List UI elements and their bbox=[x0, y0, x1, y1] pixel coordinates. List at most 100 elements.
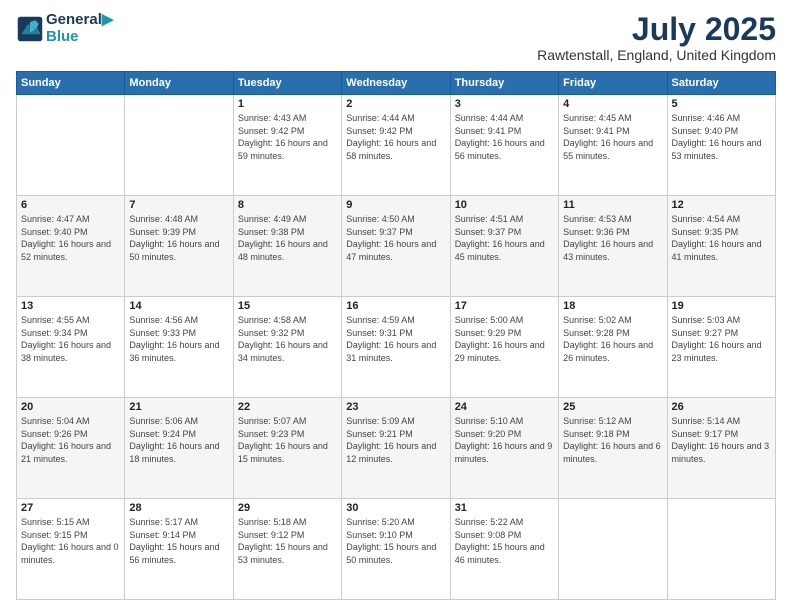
weekday-header-wednesday: Wednesday bbox=[342, 72, 450, 95]
day-number: 20 bbox=[21, 401, 120, 413]
day-number: 22 bbox=[238, 401, 337, 413]
day-info: Sunrise: 4:47 AMSunset: 9:40 PMDaylight:… bbox=[21, 213, 120, 263]
day-number: 5 bbox=[672, 98, 771, 110]
day-info: Sunrise: 5:20 AMSunset: 9:10 PMDaylight:… bbox=[346, 516, 445, 566]
day-number: 28 bbox=[129, 502, 228, 514]
day-number: 2 bbox=[346, 98, 445, 110]
calendar-cell: 6 Sunrise: 4:47 AMSunset: 9:40 PMDaylight… bbox=[17, 196, 125, 297]
calendar-cell: 21Sunrise: 5:06 AMSunset: 9:24 PMDayligh… bbox=[125, 398, 233, 499]
calendar-cell: 3 Sunrise: 4:44 AMSunset: 9:41 PMDaylight… bbox=[450, 95, 558, 196]
day-number: 8 bbox=[238, 199, 337, 211]
day-number: 23 bbox=[346, 401, 445, 413]
day-info: Sunrise: 5:22 AMSunset: 9:08 PMDaylight:… bbox=[455, 516, 554, 566]
day-number: 18 bbox=[563, 300, 662, 312]
calendar-cell: 24 Sunrise: 5:10 AMSunset: 9:20 PMDayligh… bbox=[450, 398, 558, 499]
day-number: 1 bbox=[238, 98, 337, 110]
day-info: Sunrise: 4:49 AMSunset: 9:38 PMDaylight:… bbox=[238, 213, 337, 263]
day-info: Sunrise: 4:44 AMSunset: 9:42 PMDaylight:… bbox=[346, 112, 445, 162]
day-info: Sunrise: 5:14 AMSunset: 9:17 PMDaylight:… bbox=[672, 415, 771, 465]
day-number: 17 bbox=[455, 300, 554, 312]
month-year-title: July 2025 bbox=[537, 12, 776, 47]
day-info: Sunrise: 4:59 AMSunset: 9:31 PMDaylight:… bbox=[346, 314, 445, 364]
location-subtitle: Rawtenstall, England, United Kingdom bbox=[537, 47, 776, 63]
day-info: Sunrise: 4:46 AMSunset: 9:40 PMDaylight:… bbox=[672, 112, 771, 162]
logo: General▶ Blue bbox=[16, 12, 113, 45]
calendar-cell: 4 Sunrise: 4:45 AMSunset: 9:41 PMDaylight… bbox=[559, 95, 667, 196]
calendar-cell: 13 Sunrise: 4:55 AMSunset: 9:34 PMDayligh… bbox=[17, 297, 125, 398]
day-number: 10 bbox=[455, 199, 554, 211]
weekday-header-friday: Friday bbox=[559, 72, 667, 95]
day-info: Sunrise: 4:51 AMSunset: 9:37 PMDaylight:… bbox=[455, 213, 554, 263]
calendar-cell: 2 Sunrise: 4:44 AMSunset: 9:42 PMDaylight… bbox=[342, 95, 450, 196]
day-number: 7 bbox=[129, 199, 228, 211]
calendar-cell: 12 Sunrise: 4:54 AMSunset: 9:35 PMDayligh… bbox=[667, 196, 775, 297]
day-number: 29 bbox=[238, 502, 337, 514]
weekday-header-sunday: Sunday bbox=[17, 72, 125, 95]
day-info: Sunrise: 5:12 AMSunset: 9:18 PMDaylight:… bbox=[563, 415, 662, 465]
day-number: 13 bbox=[21, 300, 120, 312]
day-info: Sunrise: 4:48 AMSunset: 9:39 PMDaylight:… bbox=[129, 213, 228, 263]
calendar-cell: 10 Sunrise: 4:51 AMSunset: 9:37 PMDayligh… bbox=[450, 196, 558, 297]
weekday-header-tuesday: Tuesday bbox=[233, 72, 341, 95]
calendar-table: SundayMondayTuesdayWednesdayThursdayFrid… bbox=[16, 71, 776, 600]
day-info: Sunrise: 4:45 AMSunset: 9:41 PMDaylight:… bbox=[563, 112, 662, 162]
weekday-header-saturday: Saturday bbox=[667, 72, 775, 95]
day-info: Sunrise: 5:02 AMSunset: 9:28 PMDaylight:… bbox=[563, 314, 662, 364]
calendar-cell: 9Sunrise: 4:50 AMSunset: 9:37 PMDaylight… bbox=[342, 196, 450, 297]
weekday-header-row: SundayMondayTuesdayWednesdayThursdayFrid… bbox=[17, 72, 776, 95]
week-row-0: 1 Sunrise: 4:43 AMSunset: 9:42 PMDaylight… bbox=[17, 95, 776, 196]
day-info: Sunrise: 4:50 AMSunset: 9:37 PMDaylight:… bbox=[346, 213, 445, 263]
day-number: 24 bbox=[455, 401, 554, 413]
day-info: Sunrise: 5:04 AMSunset: 9:26 PMDaylight:… bbox=[21, 415, 120, 465]
calendar-cell bbox=[667, 499, 775, 600]
day-info: Sunrise: 4:58 AMSunset: 9:32 PMDaylight:… bbox=[238, 314, 337, 364]
page: General▶ Blue July 2025 Rawtenstall, Eng… bbox=[0, 0, 792, 612]
calendar-cell: 28Sunrise: 5:17 AMSunset: 9:14 PMDayligh… bbox=[125, 499, 233, 600]
day-number: 14 bbox=[129, 300, 228, 312]
week-row-3: 20 Sunrise: 5:04 AMSunset: 9:26 PMDayligh… bbox=[17, 398, 776, 499]
title-area: July 2025 Rawtenstall, England, United K… bbox=[537, 12, 776, 63]
day-number: 31 bbox=[455, 502, 554, 514]
calendar-cell bbox=[17, 95, 125, 196]
day-info: Sunrise: 5:06 AMSunset: 9:24 PMDaylight:… bbox=[129, 415, 228, 465]
day-number: 4 bbox=[563, 98, 662, 110]
day-info: Sunrise: 4:43 AMSunset: 9:42 PMDaylight:… bbox=[238, 112, 337, 162]
calendar-cell: 14 Sunrise: 4:56 AMSunset: 9:33 PMDayligh… bbox=[125, 297, 233, 398]
day-number: 19 bbox=[672, 300, 771, 312]
calendar-cell: 23Sunrise: 5:09 AMSunset: 9:21 PMDayligh… bbox=[342, 398, 450, 499]
calendar-cell bbox=[125, 95, 233, 196]
week-row-2: 13 Sunrise: 4:55 AMSunset: 9:34 PMDayligh… bbox=[17, 297, 776, 398]
day-info: Sunrise: 5:07 AMSunset: 9:23 PMDaylight:… bbox=[238, 415, 337, 465]
calendar-cell: 17Sunrise: 5:00 AMSunset: 9:29 PMDayligh… bbox=[450, 297, 558, 398]
day-info: Sunrise: 4:53 AMSunset: 9:36 PMDaylight:… bbox=[563, 213, 662, 263]
day-number: 26 bbox=[672, 401, 771, 413]
weekday-header-thursday: Thursday bbox=[450, 72, 558, 95]
day-info: Sunrise: 5:18 AMSunset: 9:12 PMDaylight:… bbox=[238, 516, 337, 566]
day-info: Sunrise: 5:03 AMSunset: 9:27 PMDaylight:… bbox=[672, 314, 771, 364]
calendar-cell: 25Sunrise: 5:12 AMSunset: 9:18 PMDayligh… bbox=[559, 398, 667, 499]
calendar-cell: 11 Sunrise: 4:53 AMSunset: 9:36 PMDayligh… bbox=[559, 196, 667, 297]
calendar-cell: 8 Sunrise: 4:49 AMSunset: 9:38 PMDaylight… bbox=[233, 196, 341, 297]
day-number: 15 bbox=[238, 300, 337, 312]
day-info: Sunrise: 5:10 AMSunset: 9:20 PMDaylight:… bbox=[455, 415, 554, 465]
calendar-cell: 30Sunrise: 5:20 AMSunset: 9:10 PMDayligh… bbox=[342, 499, 450, 600]
day-number: 6 bbox=[21, 199, 120, 211]
week-row-4: 27Sunrise: 5:15 AMSunset: 9:15 PMDayligh… bbox=[17, 499, 776, 600]
day-number: 3 bbox=[455, 98, 554, 110]
day-info: Sunrise: 4:55 AMSunset: 9:34 PMDaylight:… bbox=[21, 314, 120, 364]
calendar-cell: 31 Sunrise: 5:22 AMSunset: 9:08 PMDayligh… bbox=[450, 499, 558, 600]
day-info: Sunrise: 4:54 AMSunset: 9:35 PMDaylight:… bbox=[672, 213, 771, 263]
calendar-cell: 5 Sunrise: 4:46 AMSunset: 9:40 PMDaylight… bbox=[667, 95, 775, 196]
calendar-cell: 19 Sunrise: 5:03 AMSunset: 9:27 PMDayligh… bbox=[667, 297, 775, 398]
calendar-cell: 18 Sunrise: 5:02 AMSunset: 9:28 PMDayligh… bbox=[559, 297, 667, 398]
calendar-cell: 22 Sunrise: 5:07 AMSunset: 9:23 PMDayligh… bbox=[233, 398, 341, 499]
weekday-header-monday: Monday bbox=[125, 72, 233, 95]
calendar-cell: 16 Sunrise: 4:59 AMSunset: 9:31 PMDayligh… bbox=[342, 297, 450, 398]
day-number: 16 bbox=[346, 300, 445, 312]
header: General▶ Blue July 2025 Rawtenstall, Eng… bbox=[16, 12, 776, 63]
day-number: 11 bbox=[563, 199, 662, 211]
day-number: 12 bbox=[672, 199, 771, 211]
day-info: Sunrise: 4:56 AMSunset: 9:33 PMDaylight:… bbox=[129, 314, 228, 364]
day-info: Sunrise: 4:44 AMSunset: 9:41 PMDaylight:… bbox=[455, 112, 554, 162]
calendar-cell: 20 Sunrise: 5:04 AMSunset: 9:26 PMDayligh… bbox=[17, 398, 125, 499]
